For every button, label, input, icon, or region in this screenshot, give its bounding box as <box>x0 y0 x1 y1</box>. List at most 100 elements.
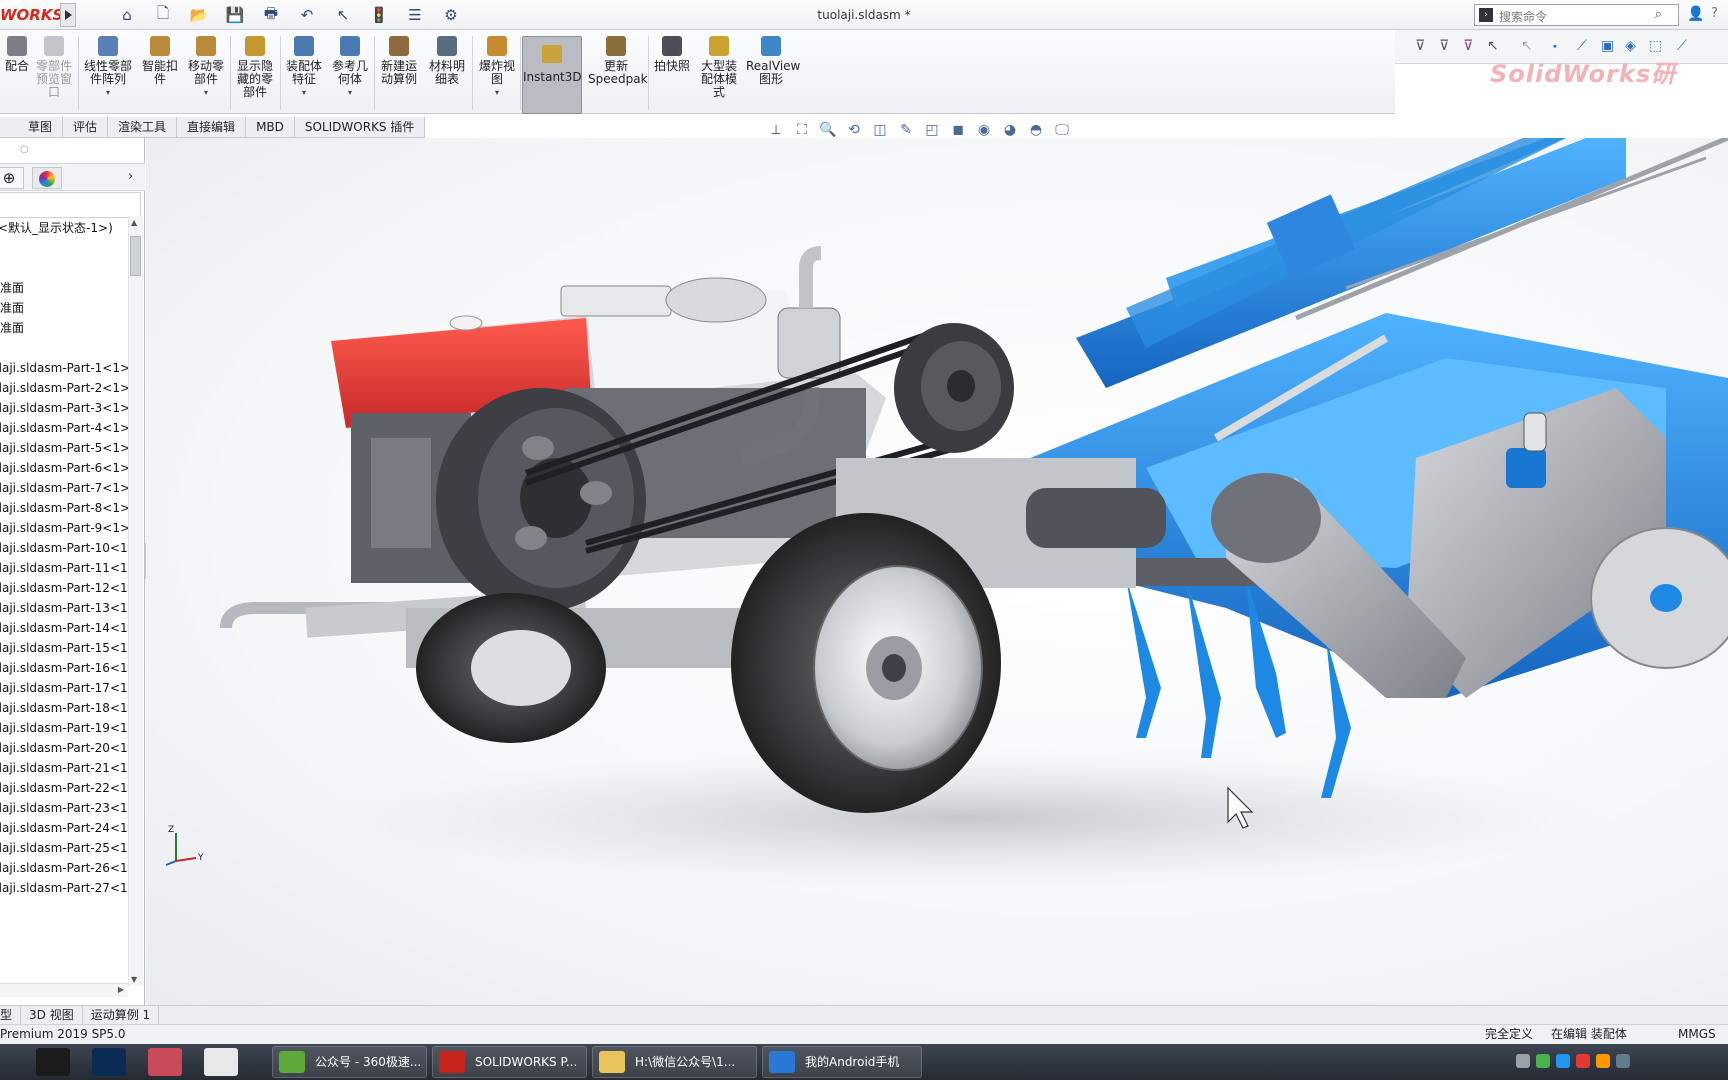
tree-part-item[interactable]: tuolaji.sldasm-Part-12<1> <box>0 578 138 598</box>
tree-part-item[interactable]: tuolaji.sldasm-Part-25<1> <box>0 838 138 858</box>
display-manager-icon[interactable] <box>32 167 62 189</box>
keyboard-icon[interactable] <box>1516 1054 1530 1068</box>
filter-active-icon[interactable]: ⊽ <box>1463 38 1473 54</box>
display-style-icon[interactable]: ◼ <box>947 122 969 138</box>
view-orientation-icon[interactable]: ⟂ <box>765 122 787 138</box>
zoom-to-area-icon[interactable]: 🔍 <box>817 122 839 138</box>
tree-part-item[interactable]: tuolaji.sldasm-Part-2<1> <box>0 378 130 398</box>
tree-part-item[interactable]: tuolaji.sldasm-Part-22<1> <box>0 778 138 798</box>
panel-grip-icon[interactable]: ○ <box>20 144 29 155</box>
zoom-to-fit-icon[interactable]: ⛶ <box>791 122 813 138</box>
large-assembly-mode-button[interactable]: 大型装 配体模 式 <box>698 36 740 99</box>
taskbar-app-2[interactable]: H:\微信公众号\1... <box>592 1046 757 1078</box>
chevron-right-icon[interactable]: › <box>128 169 133 184</box>
bottom-tab-2[interactable]: 运动算例 1 <box>83 1006 160 1024</box>
filter-axes-icon[interactable]: ⟋ <box>1677 38 1687 54</box>
scroll-thumb[interactable] <box>130 236 141 276</box>
tree-part-item[interactable]: tuolaji.sldasm-Part-3<1> <box>0 398 130 418</box>
dynamic-annotation-icon[interactable]: ✎ <box>895 122 917 138</box>
taskbar-app-3[interactable]: 我的Android手机 <box>762 1046 922 1078</box>
filter-edges-icon[interactable]: ⟋ <box>1577 38 1587 54</box>
tree-plane-item[interactable]: 基准面 <box>0 278 24 298</box>
tree-plane-item[interactable]: 基准面 <box>0 298 24 318</box>
tree-part-item[interactable]: tuolaji.sldasm-Part-23<1> <box>0 798 138 818</box>
tree-part-item[interactable]: tuolaji.sldasm-Part-16<1> <box>0 658 138 678</box>
graphics-area[interactable]: Z Y <box>146 138 1728 1005</box>
apply-scene-icon[interactable]: ◓ <box>1025 122 1047 138</box>
filter-surfaces-icon[interactable]: ◈ <box>1625 38 1636 54</box>
feature-tree-horizontal-scrollbar[interactable]: ▶ <box>0 983 128 997</box>
scroll-up-icon[interactable]: ▲ <box>131 218 137 227</box>
photoshop-icon[interactable] <box>92 1048 126 1076</box>
view-orientation-cube-icon[interactable]: ◰ <box>921 122 943 138</box>
tree-part-item[interactable]: tuolaji.sldasm-Part-27<1> <box>0 878 138 898</box>
user-account-icon[interactable]: 👤 <box>1687 6 1704 22</box>
show-hidden-button[interactable]: 显示隐 藏的零 部件 <box>232 36 278 99</box>
tree-part-item[interactable]: tuolaji.sldasm-Part-1<1> <box>0 358 130 378</box>
volume-icon[interactable] <box>1596 1054 1610 1068</box>
tree-part-item[interactable]: tuolaji.sldasm-Part-14<1> <box>0 618 138 638</box>
tree-part-item[interactable]: tuolaji.sldasm-Part-18<1> <box>0 698 138 718</box>
filter-vertices-icon[interactable]: ⬝ <box>1553 38 1557 54</box>
update-speedpak-button[interactable]: 更新 Speedpak <box>588 36 648 86</box>
scroll-down-icon[interactable]: ▼ <box>131 975 137 984</box>
search-icon[interactable]: ⌕ <box>1655 7 1662 22</box>
assembly-features-button[interactable]: 装配体 特征 ▾ <box>284 36 324 99</box>
filter-faces-icon[interactable]: ▣ <box>1601 38 1614 54</box>
flywheel-pulley[interactable] <box>436 388 646 612</box>
filter-icon[interactable]: ⊽ <box>1415 38 1425 54</box>
tree-part-item[interactable]: tuolaji.sldasm-Part-21<1> <box>0 758 138 778</box>
bottom-tab-0[interactable]: 型 <box>0 1006 22 1024</box>
tree-part-item[interactable]: tuolaji.sldasm-Part-19<1> <box>0 718 138 738</box>
instant3d-button[interactable]: Instant3D <box>522 36 582 114</box>
config-manager-icon[interactable]: ⊕ <box>0 167 24 189</box>
tree-part-item[interactable]: tuolaji.sldasm-Part-17<1> <box>0 678 138 698</box>
linear-pattern-button[interactable]: 线性零部 件阵列 ▾ <box>82 36 134 99</box>
search-commands-box[interactable]: › 搜索命令 ⌕ <box>1474 4 1679 26</box>
tab-3[interactable]: 直接编辑 <box>177 117 247 138</box>
edit-appearance-icon[interactable]: ◕ <box>999 122 1021 138</box>
tree-part-item[interactable]: tuolaji.sldasm-Part-4<1> <box>0 418 130 438</box>
dropdown-arrow-icon[interactable]: ▾ <box>476 86 518 99</box>
tree-root-item[interactable]: <默认_显示状态-1>) <box>0 218 113 238</box>
left-drive-wheel[interactable] <box>416 593 606 743</box>
select-arrow-icon[interactable]: ↖ <box>1487 38 1499 54</box>
dropdown-arrow-icon[interactable]: ▾ <box>284 86 324 99</box>
dropdown-arrow-icon[interactable]: ▾ <box>82 86 134 99</box>
tab-4[interactable]: MBD <box>246 117 295 138</box>
wechat-icon[interactable] <box>1536 1054 1550 1068</box>
clutch-pulley[interactable] <box>894 323 1014 453</box>
tree-part-item[interactable]: tuolaji.sldasm-Part-9<1> <box>0 518 130 538</box>
dropdown-arrow-icon[interactable]: ▾ <box>330 86 370 99</box>
network-icon[interactable] <box>1556 1054 1570 1068</box>
tree-part-item[interactable]: tuolaji.sldasm-Part-6<1> <box>0 458 130 478</box>
taskbar-app-0[interactable]: 公众号 - 360极速... <box>272 1046 427 1078</box>
clock-icon[interactable] <box>1616 1054 1630 1068</box>
media-app-icon[interactable] <box>36 1048 70 1076</box>
tree-plane-item[interactable]: 基准面 <box>0 318 24 338</box>
tree-part-item[interactable]: tuolaji.sldasm-Part-20<1> <box>0 738 138 758</box>
feature-tree-vertical-scrollbar[interactable]: ▲ ▼ <box>128 216 143 986</box>
tree-part-item[interactable]: tuolaji.sldasm-Part-24<1> <box>0 818 138 838</box>
reference-geometry-button[interactable]: 参考几 何体 ▾ <box>330 36 370 99</box>
hide-show-items-icon[interactable]: ◉ <box>973 122 995 138</box>
exploded-view-button[interactable]: 爆炸视 图 ▾ <box>476 36 518 99</box>
right-drive-wheel[interactable] <box>731 513 1001 813</box>
pinwheel-app-icon[interactable] <box>204 1048 238 1076</box>
support-wheel[interactable] <box>1590 527 1728 669</box>
bottom-tab-1[interactable]: 3D 视图 <box>21 1006 83 1024</box>
filter-toggle-icon[interactable]: ⊽ <box>1439 38 1449 54</box>
scroll-right-icon[interactable]: ▶ <box>118 985 124 994</box>
tree-part-item[interactable]: tuolaji.sldasm-Part-8<1> <box>0 498 130 518</box>
feature-tree-filter-input[interactable] <box>0 192 141 218</box>
tree-part-item[interactable]: tuolaji.sldasm-Part-5<1> <box>0 438 130 458</box>
section-view-icon[interactable]: ◫ <box>869 122 891 138</box>
tree-part-item[interactable]: tuolaji.sldasm-Part-26<1> <box>0 858 138 878</box>
select-other-icon[interactable]: ↖ <box>1521 38 1533 54</box>
tab-2[interactable]: 渲染工具 <box>108 117 178 138</box>
take-snapshot-button[interactable]: 拍快照 <box>652 36 692 73</box>
realview-graphics-button[interactable]: RealView 图形 <box>746 36 800 86</box>
mate-button[interactable]: 配合 <box>4 36 30 73</box>
tree-part-item[interactable]: tuolaji.sldasm-Part-15<1> <box>0 638 138 658</box>
units-selector[interactable]: MMGS <box>1678 1025 1716 1044</box>
